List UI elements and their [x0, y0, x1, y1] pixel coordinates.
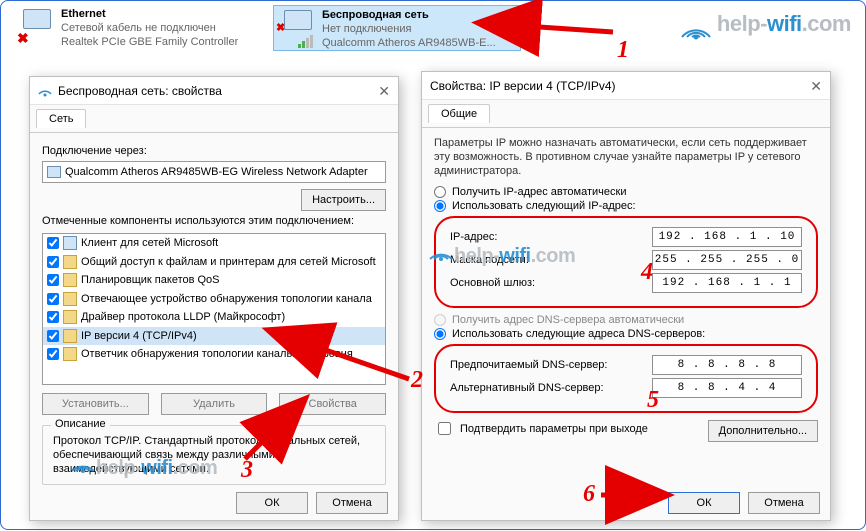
comp-label: Планировщик пакетов QoS	[81, 274, 220, 286]
service-icon	[63, 255, 77, 269]
description-title: Описание	[51, 418, 110, 430]
network-tile-ethernet[interactable]: ✖ Ethernet Сетевой кабель не подключен R…	[13, 5, 261, 51]
comp-check[interactable]	[47, 293, 59, 305]
radio-auto-dns: Получить адрес DNS-сервера автоматически	[434, 314, 818, 326]
dns2-input[interactable]: 8 . 8 . 4 . 4	[652, 378, 802, 398]
mask-label: Маска подсети:	[450, 254, 652, 266]
network-tile-wifi[interactable]: ✖ Беспроводная сеть Нет подключения Qual…	[273, 5, 521, 51]
validate-checkbox[interactable]	[438, 422, 451, 435]
tile-sub2: Qualcomm Atheros AR9485WB-E...	[322, 36, 496, 50]
tile-name: Беспроводная сеть	[322, 8, 496, 22]
step-5: 5	[647, 387, 659, 414]
ip-group: IP-адрес:192 . 168 . 1 . 10 Маска подсет…	[434, 216, 818, 308]
gateway-input[interactable]: 192 . 168 . 1 . 1	[652, 273, 802, 293]
mask-input[interactable]: 255 . 255 . 255 . 0	[652, 250, 802, 270]
comp-label: IP версии 4 (TCP/IPv4)	[81, 330, 197, 342]
configure-button[interactable]: Настроить...	[301, 189, 386, 211]
remove-button[interactable]: Удалить	[161, 393, 268, 415]
cancel-button[interactable]: Отмена	[748, 492, 820, 514]
comp-check[interactable]	[47, 311, 59, 323]
ip-input[interactable]: 192 . 168 . 1 . 10	[652, 227, 802, 247]
step-1: 1	[617, 37, 629, 64]
adapter-properties-window: Беспроводная сеть: свойства ✕ Сеть Подкл…	[29, 76, 399, 521]
tab-network[interactable]: Сеть	[36, 109, 86, 128]
comp-label: Отвечающее устройство обнаружения тополо…	[81, 293, 372, 305]
protocol-icon	[63, 292, 77, 306]
tab-general[interactable]: Общие	[428, 104, 490, 123]
close-icon[interactable]: ✕	[810, 79, 822, 93]
tile-sub2: Realtek PCIe GBE Family Controller	[61, 35, 238, 49]
comp-label: Клиент для сетей Microsoft	[81, 237, 218, 249]
protocol-icon	[63, 347, 77, 361]
comp-check[interactable]	[47, 237, 59, 249]
adapter-mini-icon	[47, 166, 61, 178]
validate-label: Подтвердить параметры при выходе	[460, 423, 648, 435]
properties-button[interactable]: Свойства	[279, 393, 386, 415]
components-list[interactable]: Клиент для сетей Microsoft Общий доступ …	[42, 233, 386, 385]
site-logo: help-wifi.com	[679, 11, 851, 41]
ipv4-properties-window: Свойства: IP версии 4 (TCP/IPv4) ✕ Общие…	[421, 71, 831, 521]
service-icon	[63, 273, 77, 287]
tile-sub1: Нет подключения	[322, 22, 496, 36]
protocol-icon	[63, 329, 77, 343]
radio-manual-ip[interactable]: Использовать следующий IP-адрес:	[434, 200, 818, 212]
tile-sub1: Сетевой кабель не подключен	[61, 21, 238, 35]
tile-name: Ethernet	[61, 7, 238, 21]
gateway-label: Основной шлюз:	[450, 277, 652, 289]
client-icon	[63, 236, 77, 250]
advanced-button[interactable]: Дополнительно...	[708, 420, 818, 442]
comp-check[interactable]	[47, 256, 59, 268]
description-text: Протокол TCP/IP. Стандартный протокол гл…	[53, 434, 375, 476]
window-title: Беспроводная сеть: свойства	[58, 84, 222, 98]
cancel-button[interactable]: Отмена	[316, 492, 388, 514]
ok-button[interactable]: ОК	[668, 492, 740, 514]
comp-check[interactable]	[47, 274, 59, 286]
ip-label: IP-адрес:	[450, 231, 652, 243]
step-3: 3	[241, 457, 253, 484]
dns1-input[interactable]: 8 . 8 . 8 . 8	[652, 355, 802, 375]
info-paragraph: Параметры IP можно назначать автоматичес…	[434, 136, 818, 178]
step-2: 2	[411, 367, 423, 394]
connect-via-label: Подключение через:	[42, 145, 386, 157]
comp-check[interactable]	[47, 330, 59, 342]
window-title: Свойства: IP версии 4 (TCP/IPv4)	[430, 79, 616, 93]
adapter-name: Qualcomm Atheros AR9485WB-EG Wireless Ne…	[65, 166, 368, 178]
comp-label: Общий доступ к файлам и принтерам для се…	[81, 256, 376, 268]
step-4: 4	[641, 259, 653, 286]
comp-label: Ответчик обнаружения топологии канальног…	[81, 348, 353, 360]
protocol-icon	[63, 310, 77, 324]
radio-manual-dns[interactable]: Использовать следующие адреса DNS-сервер…	[434, 328, 818, 340]
step-6: 6	[583, 481, 595, 508]
ok-button[interactable]: ОК	[236, 492, 308, 514]
ethernet-icon: ✖	[17, 7, 57, 47]
close-icon[interactable]: ✕	[378, 84, 390, 98]
comp-label: Драйвер протокола LLDP (Майкрософт)	[81, 311, 285, 323]
install-button[interactable]: Установить...	[42, 393, 149, 415]
radio-auto-ip[interactable]: Получить IP-адрес автоматически	[434, 186, 818, 198]
wifi-small-icon	[38, 84, 52, 98]
comp-check[interactable]	[47, 348, 59, 360]
wifi-icon: ✖	[278, 8, 318, 48]
dns1-label: Предпочитаемый DNS-сервер:	[450, 359, 652, 371]
dns-group: Предпочитаемый DNS-сервер:8 . 8 . 8 . 8 …	[434, 344, 818, 413]
dns2-label: Альтернативный DNS-сервер:	[450, 382, 652, 394]
adapter-name-box: Qualcomm Atheros AR9485WB-EG Wireless Ne…	[42, 161, 386, 183]
components-label: Отмеченные компоненты используются этим …	[42, 215, 386, 227]
